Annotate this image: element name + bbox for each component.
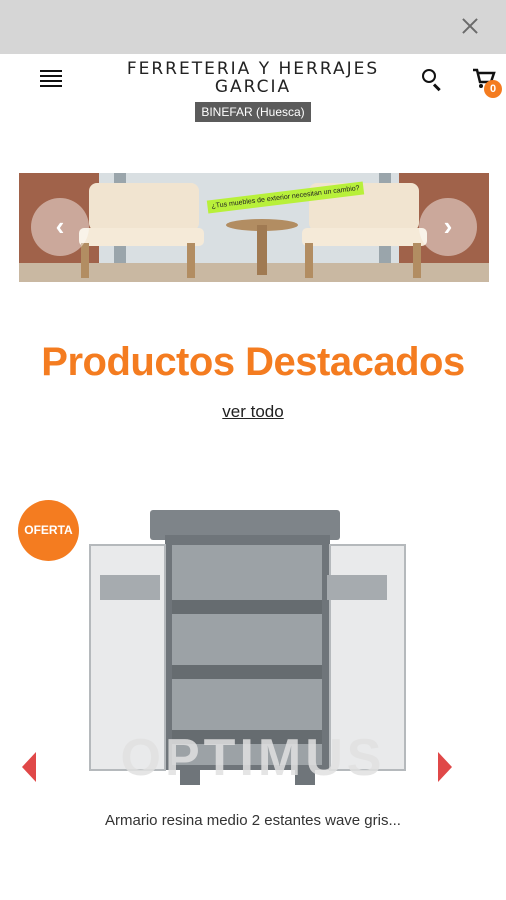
hamburger-menu-icon[interactable] [40,70,64,88]
brand-watermark: OPTIMUS [120,729,386,787]
view-all-link[interactable]: ver todo [0,402,506,422]
hero-banner[interactable]: ¿Tus muebles de exterior necesitan un ca… [19,173,489,282]
search-icon[interactable] [420,68,444,92]
offer-badge: OFERTA [18,500,79,561]
site-header: FERRETERIA Y HERRAJES GARCIA BINEFAR (Hu… [0,54,506,134]
cart-count-badge: 0 [484,80,502,98]
chevron-left-icon[interactable]: ‹ [31,198,89,256]
product-card[interactable]: OFERTA OPTIMUS Armario resina medio 2 es… [0,490,506,840]
top-bar [0,0,506,54]
shopping-cart-icon[interactable]: 0 [472,68,502,98]
store-location: BINEFAR (Huesca) [195,102,311,122]
section-title: Productos Destacados [41,340,465,384]
close-icon[interactable] [458,14,482,38]
chevron-right-icon[interactable]: › [419,198,477,256]
brand-name: FERRETERIA Y HERRAJES GARCIA [126,59,380,97]
chevron-left-icon[interactable] [22,752,36,782]
product-name[interactable]: Armario resina medio 2 estantes wave gri… [0,812,506,829]
chevron-right-icon[interactable] [438,752,452,782]
brand-logo[interactable]: FERRETERIA Y HERRAJES GARCIA BINEFAR (Hu… [110,60,396,122]
